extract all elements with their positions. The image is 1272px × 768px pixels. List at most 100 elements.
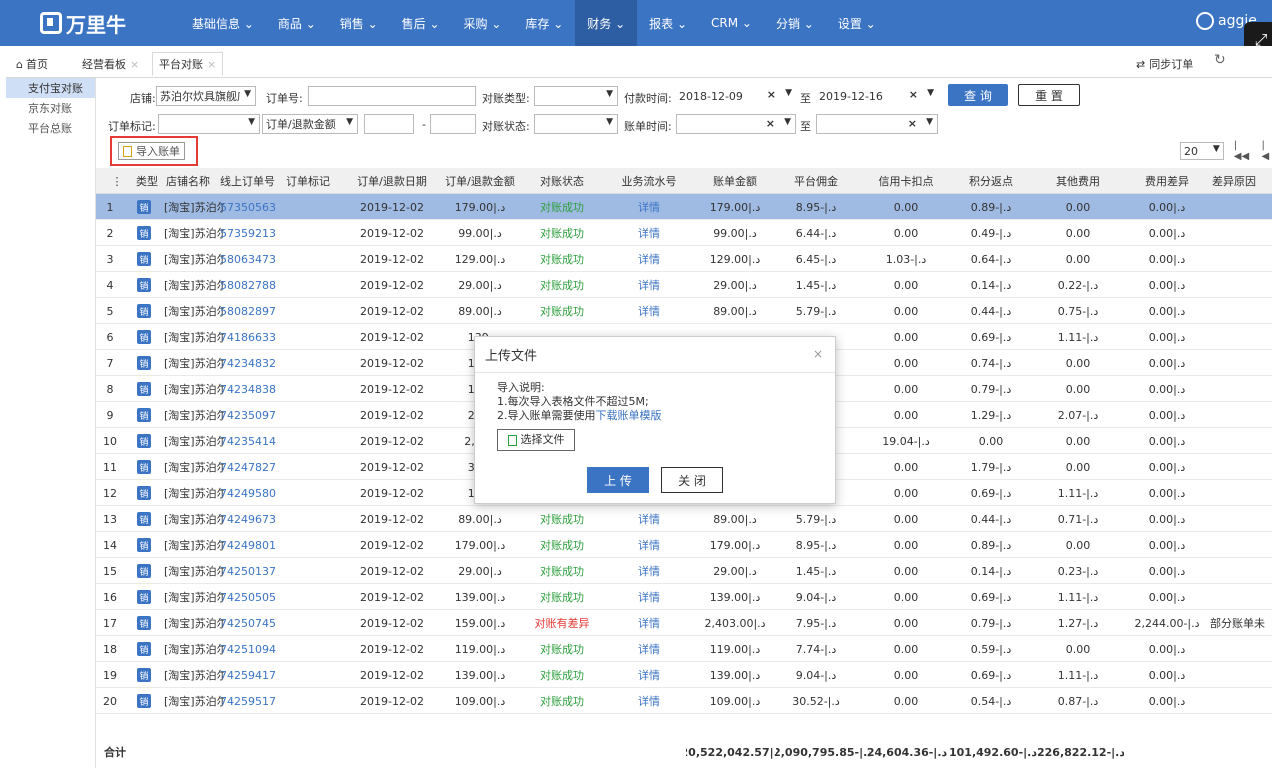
recon-type-select[interactable]: ▼ — [534, 86, 618, 106]
download-template-link[interactable]: 下载账单模版 — [596, 409, 662, 422]
cell-order[interactable]: 58063473 — [220, 246, 280, 272]
close-icon[interactable]: × — [207, 58, 216, 71]
cell-flow[interactable]: 详情 — [606, 194, 692, 220]
amount-min-input[interactable] — [364, 114, 414, 134]
cell-order[interactable]: 57350563 — [220, 194, 280, 220]
table-row[interactable]: 1 销 [淘宝]苏泊尔 57350563 2019-12-02 179.00|.د 对账成功… — [96, 194, 1272, 220]
col-flow[interactable]: 业务流水号 — [606, 168, 692, 194]
cell-order[interactable]: 74259417 — [220, 662, 280, 688]
cell-flow[interactable]: 详情 — [606, 220, 692, 246]
cell-flow[interactable]: 详情 — [606, 298, 692, 324]
cell-order[interactable]: 74250745 — [220, 610, 280, 636]
cell-order[interactable]: 74249801 — [220, 532, 280, 558]
menu-item-finance[interactable]: 财务 ⌄ — [575, 0, 638, 46]
cell-flow[interactable]: 详情 — [606, 246, 692, 272]
cell-order[interactable]: 74251094 — [220, 636, 280, 662]
sidebar-item-alipay[interactable]: 支付宝对账 — [6, 78, 95, 98]
cell-flow[interactable]: 详情 — [606, 532, 692, 558]
clear-icon[interactable]: × — [766, 117, 775, 130]
close-icon[interactable]: × — [130, 58, 139, 71]
close-icon[interactable]: × — [813, 347, 823, 361]
menu-item-settings[interactable]: 设置 ⌄ — [826, 0, 888, 46]
cell-flow[interactable]: 详情 — [606, 584, 692, 610]
cell-order[interactable]: 74234832 — [220, 350, 280, 376]
cell-order[interactable]: 74250505 — [220, 584, 280, 610]
clear-icon[interactable]: × — [908, 117, 917, 130]
cell-flow[interactable]: 详情 — [606, 272, 692, 298]
table-row[interactable]: 13 销 [淘宝]苏泊尔 74249673 2019-12-02 89.00|.د 对账成功… — [96, 506, 1272, 532]
table-row[interactable]: 19 销 [淘宝]苏泊尔 74259417 2019-12-02 139.00|.د 对账成… — [96, 662, 1272, 688]
first-page-icon[interactable]: |◀◀ — [1234, 140, 1252, 162]
col-order-no[interactable]: 线上订单号 — [220, 168, 275, 194]
query-button[interactable]: 查 询 — [948, 84, 1008, 106]
cell-order[interactable]: 74235097 — [220, 402, 280, 428]
cell-flow[interactable]: 详情 — [606, 688, 692, 714]
sync-orders-button[interactable]: ⇄ 同步订单 — [1136, 56, 1193, 72]
cell-order[interactable]: 58082788 — [220, 272, 280, 298]
page-size-select[interactable]: 20 ▼ — [1180, 142, 1224, 160]
col-date[interactable]: 订单/退款日期 — [350, 168, 434, 194]
tab-dashboard[interactable]: 经营看板 × — [76, 52, 145, 76]
pay-time-to-input[interactable]: 2019-12-16 × ▼ — [816, 86, 938, 106]
amount-type-select[interactable]: 订单/退款金额 ▼ — [262, 114, 358, 134]
cell-order[interactable]: 74186633 — [220, 324, 280, 350]
bill-time-to-input[interactable]: × ▼ — [816, 114, 938, 134]
clear-icon[interactable]: × — [909, 88, 918, 101]
table-row[interactable]: 4 销 [淘宝]苏泊尔 58082788 2019-12-02 29.00|.د 对账成功 详… — [96, 272, 1272, 298]
col-credit[interactable]: 信用卡扣点 — [864, 168, 948, 194]
table-row[interactable]: 20 销 [淘宝]苏泊尔 74259517 2019-12-02 109.00|.د 对账成… — [96, 688, 1272, 714]
cell-order[interactable]: 74235414 — [220, 428, 280, 454]
menu-item-purchase[interactable]: 采购 ⌄ — [452, 0, 514, 46]
cell-order[interactable]: 74250137 — [220, 558, 280, 584]
cell-order[interactable]: 74249673 — [220, 506, 280, 532]
col-diff[interactable]: 费用差异 — [1128, 168, 1206, 194]
import-bill-button[interactable]: 导入账单 — [118, 142, 185, 160]
tab-platform-recon[interactable]: 平台对账 × — [152, 52, 224, 76]
amount-max-input[interactable] — [430, 114, 476, 134]
cell-order[interactable]: 74234838 — [220, 376, 280, 402]
table-row[interactable]: 16 销 [淘宝]苏泊尔 74250505 2019-12-02 139.00|.د 对账成… — [96, 584, 1272, 610]
cell-flow[interactable]: 详情 — [606, 506, 692, 532]
col-status[interactable]: 对账状态 — [526, 168, 598, 194]
cell-order[interactable]: 57359213 — [220, 220, 280, 246]
reset-button[interactable]: 重 置 — [1018, 84, 1080, 106]
bill-time-from-input[interactable]: × ▼ — [676, 114, 796, 134]
cell-flow[interactable]: 详情 — [606, 662, 692, 688]
col-amount[interactable]: 订单/退款金额 — [436, 168, 524, 194]
table-row[interactable]: 15 销 [淘宝]苏泊尔 74250137 2019-12-02 29.00|.د 对账成功… — [96, 558, 1272, 584]
logo[interactable]: 万里牛 — [40, 10, 126, 37]
menu-item-crm[interactable]: CRM ⌄ — [699, 0, 764, 46]
menu-item-inventory[interactable]: 库存 ⌄ — [513, 0, 575, 46]
sidebar-item-jd[interactable]: 京东对账 — [6, 98, 95, 118]
cell-order[interactable]: 74259517 — [220, 688, 280, 714]
tab-home[interactable]: ⌂ 首页 — [10, 52, 54, 76]
order-no-input[interactable] — [308, 86, 476, 106]
choose-file-button[interactable]: 选择文件 — [497, 429, 575, 451]
menu-item-aftersale[interactable]: 售后 ⌄ — [390, 0, 452, 46]
prev-page-icon[interactable]: |◀ — [1262, 140, 1272, 162]
order-mark-select[interactable]: ▼ — [158, 114, 260, 134]
menu-item-basic[interactable]: 基础信息 ⌄ — [180, 0, 266, 46]
refresh-icon[interactable]: ↻ — [1214, 52, 1226, 68]
table-row[interactable]: 5 销 [淘宝]苏泊尔 58082897 2019-12-02 89.00|.د 对账成功 详… — [96, 298, 1272, 324]
col-commission[interactable]: 平台佣金 — [776, 168, 856, 194]
cell-order[interactable]: 74249580 — [220, 480, 280, 506]
shop-select[interactable]: 苏泊尔炊具旗舰店 ▼ — [156, 86, 256, 106]
cell-flow[interactable]: 详情 — [606, 636, 692, 662]
table-row[interactable]: 2 销 [淘宝]苏泊尔 57359213 2019-12-02 99.00|.د 对账成功 详… — [96, 220, 1272, 246]
table-row[interactable]: 14 销 [淘宝]苏泊尔 74249801 2019-12-02 179.00|.د 对账成… — [96, 532, 1272, 558]
clear-icon[interactable]: × — [767, 88, 776, 101]
cell-flow[interactable]: 详情 — [606, 558, 692, 584]
upload-button[interactable]: 上 传 — [587, 467, 649, 493]
col-bill[interactable]: 账单金额 — [696, 168, 774, 194]
col-reason[interactable]: 差异原因 — [1212, 168, 1256, 194]
menu-item-sales[interactable]: 销售 ⌄ — [328, 0, 390, 46]
sidebar-item-platform-ledger[interactable]: 平台总账 — [6, 118, 95, 138]
cell-order[interactable]: 74247827 — [220, 454, 280, 480]
table-row[interactable]: 3 销 [淘宝]苏泊尔 58063473 2019-12-02 129.00|.د 对账成功… — [96, 246, 1272, 272]
close-button[interactable]: 关 闭 — [661, 467, 723, 493]
col-points[interactable]: 积分返点 — [952, 168, 1030, 194]
pay-time-from-input[interactable]: 2018-12-09 × ▼ — [676, 86, 796, 106]
menu-item-reports[interactable]: 报表 ⌄ — [637, 0, 699, 46]
table-row[interactable]: 18 销 [淘宝]苏泊尔 74251094 2019-12-02 119.00|.د 对账成… — [96, 636, 1272, 662]
